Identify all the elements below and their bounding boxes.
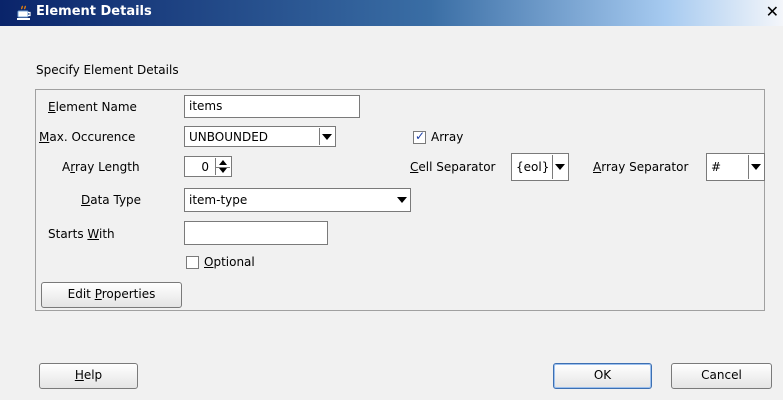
chevron-down-icon[interactable]: [319, 128, 334, 145]
chevron-down-icon[interactable]: [552, 155, 567, 179]
data-type-select[interactable]: item-type: [184, 188, 411, 212]
checkmark-icon: ✓: [415, 129, 426, 143]
max-occurence-mnemonic: M: [39, 130, 50, 144]
cell-separator-select[interactable]: {eol}: [511, 153, 569, 181]
optional-checkbox[interactable]: [186, 256, 199, 269]
array-separator-mnemonic: A: [593, 160, 602, 174]
optional-label-rest: ptional: [213, 255, 255, 269]
edit-properties-button[interactable]: Edit Properties: [41, 282, 182, 308]
starts-with-field[interactable]: [184, 221, 328, 245]
help-mnemonic: H: [74, 368, 84, 382]
cell-separator-label-rest: ell Separator: [418, 160, 496, 174]
starts-with-mnemonic: W: [87, 227, 99, 241]
data-type-value: item-type: [189, 193, 248, 207]
optional-label: Optional: [204, 255, 255, 269]
edit-properties-label-a: Edit: [67, 287, 95, 301]
data-type-label-rest: ata Type: [90, 193, 142, 207]
element-details-dialog: Element Details ✕ Specify Element Detail…: [0, 0, 783, 400]
coffee-cup-icon: [17, 5, 31, 20]
title-bar[interactable]: Element Details ✕: [0, 0, 783, 26]
array-separator-label: Array Separator: [593, 160, 688, 174]
max-occurence-label: Max. Occurence: [39, 130, 135, 144]
edit-properties-label-rest: roperties: [101, 287, 156, 301]
dialog-title: Element Details: [36, 4, 152, 19]
element-name-label: Element Name: [48, 100, 137, 114]
array-separator-value: #: [711, 160, 722, 174]
starts-with-label: Starts With: [48, 227, 115, 241]
array-checkbox[interactable]: ✓: [413, 129, 426, 144]
starts-with-label-rest: ith: [99, 227, 115, 241]
array-length-value: 0: [201, 160, 209, 174]
data-type-label: Data Type: [81, 193, 141, 207]
data-type-mnemonic: D: [81, 193, 91, 207]
array-length-label-a: A: [62, 160, 71, 174]
max-occurence-value: UNBOUNDED: [189, 130, 269, 144]
spinner-down-icon[interactable]: [216, 166, 230, 175]
chevron-down-icon[interactable]: [395, 190, 409, 210]
starts-with-label-a: Starts: [48, 227, 88, 241]
array-length-spinner[interactable]: 0: [184, 156, 232, 177]
chevron-down-icon[interactable]: [748, 155, 763, 179]
max-occurence-label-rest: ax. Occurence: [49, 130, 136, 144]
array-label: Array: [431, 130, 464, 144]
help-button[interactable]: Help: [39, 363, 138, 389]
array-separator-label-rest: rray Separator: [601, 160, 689, 174]
element-name-mnemonic: E: [48, 100, 56, 114]
array-separator-select[interactable]: #: [706, 153, 765, 181]
section-heading: Specify Element Details: [36, 63, 179, 77]
edit-properties-mnemonic: P: [94, 287, 102, 301]
spinner-buttons: [215, 158, 230, 175]
help-label-rest: elp: [83, 368, 103, 382]
array-length-label: Array Length: [62, 160, 140, 174]
close-icon[interactable]: ✕: [766, 2, 779, 21]
element-name-field[interactable]: items: [184, 95, 360, 118]
array-length-label-rest: ray Length: [74, 160, 140, 174]
ok-button[interactable]: OK: [553, 363, 652, 389]
element-name-label-rest: lement Name: [55, 100, 137, 114]
cancel-button[interactable]: Cancel: [671, 363, 772, 389]
max-occurence-select[interactable]: UNBOUNDED: [184, 126, 336, 147]
cell-separator-value: {eol}: [516, 160, 550, 174]
cell-separator-label: Cell Separator: [410, 160, 496, 174]
